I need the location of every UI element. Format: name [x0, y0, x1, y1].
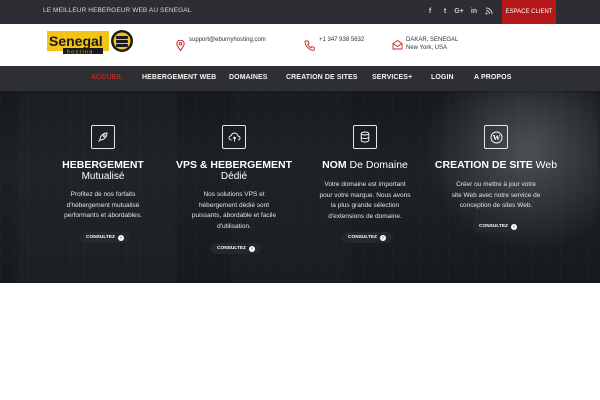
phone-icon	[304, 38, 315, 56]
map-pin-icon	[176, 38, 185, 56]
service-subtitle-mutualise: Mutualisé	[81, 171, 125, 182]
arrow-right-icon: ›	[510, 223, 517, 230]
support-phone[interactable]: +1 347 938 5632	[319, 36, 364, 44]
nav-item-domaines[interactable]: DOMAINES	[229, 74, 268, 81]
arrow-right-icon: ›	[248, 245, 255, 252]
address: DAKAR, SENEGAL New York, USA	[406, 36, 458, 52]
top-bar: LE MEILLEUR HEBERGEUR WEB AU SENEGAL f t…	[0, 0, 600, 24]
address-line-2: New York, USA	[406, 45, 448, 51]
arrow-right-icon: ›	[379, 234, 386, 241]
consultez-button[interactable]: CONSULTEZ ›	[342, 232, 392, 243]
google-plus-icon[interactable]: G+	[452, 4, 466, 18]
svg-text:W: W	[492, 133, 500, 142]
client-area-button[interactable]: ESPACE CLIENT	[502, 0, 556, 24]
nav-item-accueil[interactable]: ACCUEIL	[91, 74, 123, 81]
consultez-button[interactable]: CONSULTEZ ›	[80, 232, 130, 243]
address-line-1: DAKAR, SENEGAL	[406, 37, 459, 43]
nav-item-creation-de-sites[interactable]: CREATION DE SITES	[286, 74, 358, 81]
rss-icon[interactable]	[482, 4, 496, 18]
main-navigation: ACCUEIL HEBERGEMENT WEB DOMAINES CREATIO…	[0, 66, 600, 91]
service-description: Profitez de nos forfaits d'hébergement mu…	[64, 191, 142, 219]
service-description: Nos solutions VPS et hébergement dédié so…	[191, 191, 277, 230]
nav-item-login[interactable]: LOGIN	[431, 74, 454, 81]
svg-text:hosting: hosting	[67, 50, 94, 56]
consultez-button[interactable]: CONSULTEZ ›	[473, 221, 523, 232]
database-icon	[353, 125, 377, 149]
rocket-icon	[91, 125, 115, 149]
nav-item-hebergement-web[interactable]: HEBERGEMENT WEB	[142, 74, 216, 81]
facebook-icon[interactable]: f	[423, 4, 437, 18]
service-title-vps: VPS & HEBERGEMENT	[175, 159, 293, 171]
consultez-button[interactable]: CONSULTEZ ›	[211, 243, 261, 254]
site-logo[interactable]: Senegal hosting	[45, 28, 135, 56]
cloud-upload-icon	[222, 125, 246, 149]
service-description: Votre domaine est important pour votre ma…	[319, 181, 411, 220]
nav-item-services[interactable]: SERVICES+	[372, 74, 412, 81]
arrow-right-icon: ›	[117, 234, 124, 241]
service-description: Créer ou mettre à jour votre site Web ave…	[451, 181, 541, 209]
nav-item-a-propos[interactable]: A PROPOS	[474, 74, 512, 81]
svg-text:Senegal: Senegal	[49, 33, 103, 49]
service-subtitle-dedie: Dédié	[220, 171, 248, 182]
envelope-icon	[392, 37, 403, 55]
support-email[interactable]: support@eburnyhosting.com	[189, 36, 266, 44]
service-title-nom-de-domaine: NOM De Domaine	[322, 159, 408, 171]
linkedin-icon[interactable]: in	[467, 4, 481, 18]
service-title-hebergement: HEBERGEMENT	[62, 159, 144, 171]
site-tagline: LE MEILLEUR HEBERGEUR WEB AU SENEGAL	[43, 7, 192, 14]
wordpress-icon: W	[484, 125, 508, 149]
service-title-creation-de-site: CREATION DE SITE Web	[434, 159, 558, 171]
twitter-icon[interactable]: t	[438, 4, 452, 18]
